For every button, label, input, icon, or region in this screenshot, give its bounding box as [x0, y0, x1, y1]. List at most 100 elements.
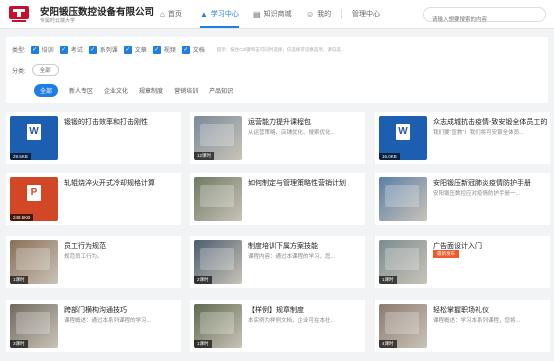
- nav-home[interactable]: ⌂ 首页: [160, 0, 182, 28]
- tab-all[interactable]: 全部: [34, 84, 59, 97]
- type-checkbox-series[interactable]: ✓ 系列课: [88, 45, 118, 54]
- course-description: 规范员工行为。: [64, 254, 103, 260]
- course-description: 课程内容：通过本课程的学习，您...: [248, 254, 336, 260]
- category-label: 分类:: [12, 68, 26, 75]
- check-icon: ✓: [123, 45, 132, 54]
- course-title[interactable]: 轧辊烧淬火开式冷却规格计算: [64, 178, 178, 188]
- new-release-tag: 最新发布: [433, 250, 459, 258]
- type-filter-row: 类型: ✓ 培训 ✓ 考试 ✓ 系列课 ✓ 文章 ✓ 视频 ✓ 文档 提示：按住Ctrl键单…: [12, 45, 345, 54]
- course-card[interactable]: 1课时 员工行为规范规范员工行为。: [6, 236, 181, 288]
- user-icon: ☺: [306, 9, 315, 19]
- ppt-doc-icon: P: [27, 185, 41, 201]
- course-title[interactable]: 众志成城抗击疫情-致安锻全体员工的一封信: [433, 117, 547, 127]
- book-icon: ▤: [253, 9, 261, 19]
- course-card[interactable]: 安阳锻压新冠肺炎疫情防护手册 安阳锻压数控应对疫情防护手册一...: [375, 173, 550, 225]
- size-badge: 4课时: [379, 340, 397, 348]
- nav-mine[interactable]: ☺ 我的: [306, 0, 331, 28]
- course-title[interactable]: 跨部门横构沟通技巧: [64, 305, 178, 315]
- top-header: 安阳锻压数控设备有限公司 专属时云端大学 ⌂ 首页 ▲ 学习中心 ▤ 知识商城 …: [0, 0, 554, 29]
- tab-culture[interactable]: 企业文化: [104, 86, 128, 95]
- word-doc-icon: W: [27, 124, 41, 140]
- course-card[interactable]: W 16.0KB 众志成城抗击疫情-致安锻全体员工的一封信我们要“宣教”！我们将可安…: [375, 112, 550, 164]
- course-description: 本实例为样例文档，企业可在本社...: [248, 318, 336, 324]
- course-title[interactable]: 运营能力提升课程包: [248, 117, 362, 127]
- course-thumbnail[interactable]: P 248.5KB: [10, 177, 58, 221]
- course-thumbnail[interactable]: [194, 177, 242, 221]
- course-title[interactable]: 制度培训下属方案技能: [248, 241, 362, 251]
- size-badge: 3课时: [10, 340, 28, 348]
- search-input[interactable]: [432, 13, 537, 27]
- course-title[interactable]: 【样例】规章制度: [248, 305, 362, 315]
- tab-product[interactable]: 产品知识: [209, 86, 233, 95]
- course-card[interactable]: P 248.5KB 轧辊烧淬火开式冷却规格计算: [6, 173, 181, 225]
- company-logo-icon: [9, 6, 29, 22]
- course-title[interactable]: 员工行为规范: [64, 241, 178, 251]
- course-description: 我们要“宣教”！我们将可安锻全体员...: [433, 130, 524, 136]
- nav-divider: [341, 9, 342, 19]
- course-card[interactable]: 1课时 广告面设计入门 最新发布: [375, 236, 550, 288]
- nav-manage-center[interactable]: 管理中心: [352, 0, 380, 28]
- course-title[interactable]: 安阳锻压新冠肺炎疫情防护手册: [433, 178, 547, 188]
- check-icon: ✓: [152, 45, 161, 54]
- photo-image: [385, 312, 419, 334]
- size-badge: 29.5KB: [10, 153, 31, 160]
- course-card[interactable]: 如何制定与管理策略性营销计划: [190, 173, 365, 225]
- photo-image: [385, 185, 419, 207]
- tab-regulations[interactable]: 规章制度: [139, 86, 163, 95]
- course-card[interactable]: 2课时 制度培训下属方案技能课程内容：通过本课程的学习，您...: [190, 236, 365, 288]
- category-all-pill[interactable]: 全部: [31, 64, 59, 76]
- course-thumbnail[interactable]: 4课时: [379, 304, 427, 348]
- search-box[interactable]: [423, 7, 546, 27]
- course-card[interactable]: 3课时 跨部门横构沟通技巧 课程概述：通过本系列课程的学习...: [6, 300, 181, 352]
- nav-knowledge-mall[interactable]: ▤ 知识商城: [253, 0, 292, 28]
- course-card[interactable]: 12课时 运营能力提升课程包从运营策略、店铺优化、搜索优化...: [190, 112, 365, 164]
- type-checkbox-training[interactable]: ✓ 培训: [30, 45, 54, 54]
- course-thumbnail[interactable]: 2课时: [194, 240, 242, 284]
- course-title[interactable]: 锻锻的打击效率和打击刚性: [64, 117, 178, 127]
- course-thumbnail[interactable]: 1课时: [379, 240, 427, 284]
- photo-image: [200, 124, 234, 146]
- size-badge: 1课时: [379, 276, 397, 284]
- type-checkbox-exam[interactable]: ✓ 考试: [59, 45, 83, 54]
- course-card[interactable]: 4课时 轻松掌握职场礼仪课程概述：学习本系列课程，您将...: [375, 300, 550, 352]
- size-badge: 1课时: [10, 276, 28, 284]
- size-badge: 248.5KB: [10, 214, 34, 221]
- type-checkbox-document[interactable]: ✓ 文档: [181, 45, 205, 54]
- course-thumbnail[interactable]: W 16.0KB: [379, 116, 427, 160]
- course-description: 从运营策略、店铺优化、搜索优化...: [248, 130, 336, 136]
- size-badge: 2课时: [194, 276, 212, 284]
- nav-learning-center[interactable]: ▲ 学习中心: [200, 0, 239, 28]
- photo-image: [200, 185, 234, 207]
- course-thumbnail[interactable]: 3课时: [10, 304, 58, 348]
- check-icon: ✓: [59, 45, 68, 54]
- grad-cap-icon: ▲: [200, 9, 208, 19]
- course-thumbnail[interactable]: 12课时: [194, 116, 242, 160]
- course-thumbnail[interactable]: W 29.5KB: [10, 116, 58, 160]
- course-thumbnail[interactable]: 1课时: [194, 304, 242, 348]
- word-doc-icon: W: [396, 124, 410, 140]
- size-badge: 1课时: [194, 340, 212, 348]
- tab-marketing[interactable]: 营销培训: [174, 86, 198, 95]
- size-badge: 12课时: [194, 152, 215, 160]
- type-checkbox-video[interactable]: ✓ 视频: [152, 45, 176, 54]
- filter-hint: 提示：按住Ctrl键单击可同时选择，仅选择可切换选项，请勾选...: [216, 46, 345, 52]
- size-badge: 16.0KB: [379, 153, 400, 160]
- company-subtitle: 专属时云端大学: [40, 18, 76, 24]
- photo-image: [200, 248, 234, 270]
- check-icon: ✓: [88, 45, 97, 54]
- type-checkbox-article[interactable]: ✓ 文章: [123, 45, 147, 54]
- photo-image: [16, 248, 50, 270]
- photo-image: [16, 312, 50, 334]
- photo-image: [385, 248, 419, 270]
- course-card[interactable]: W 29.5KB 锻锻的打击效率和打击刚性: [6, 112, 181, 164]
- company-name: 安阳锻压数控设备有限公司: [40, 7, 155, 18]
- course-title[interactable]: 轻松掌握职场礼仪: [433, 305, 547, 315]
- home-icon: ⌂: [160, 9, 165, 19]
- tab-newcomer[interactable]: 新人专区: [69, 86, 93, 95]
- course-thumbnail[interactable]: [379, 177, 427, 221]
- type-label: 类型:: [12, 48, 26, 54]
- course-description: 课程概述：学习本系列课程，您将...: [433, 318, 521, 324]
- course-card[interactable]: 1课时 【样例】规章制度本实例为样例文档，企业可在本社...: [190, 300, 365, 352]
- course-thumbnail[interactable]: 1课时: [10, 240, 58, 284]
- course-title[interactable]: 如何制定与管理策略性营销计划: [248, 178, 362, 188]
